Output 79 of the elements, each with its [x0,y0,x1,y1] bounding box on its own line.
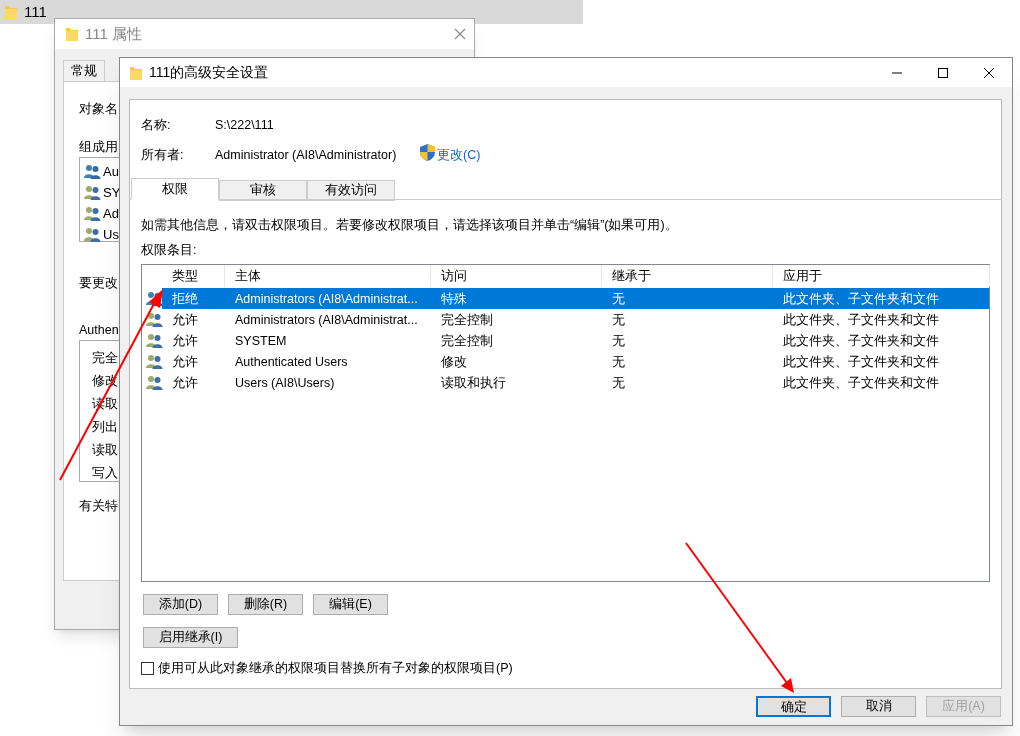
folder-icon [65,26,79,42]
field-label: 组成用 [79,139,118,156]
enable-inheritance-button[interactable]: 启用继承(I) [143,627,238,648]
checkbox[interactable] [141,661,154,675]
window-title: 111的高级安全设置 [149,63,269,82]
folder-icon [129,64,143,81]
field-label: 对象名 [79,101,118,118]
table-cell[interactable]: 允许 [172,311,198,330]
permission-name: 读取 [92,441,118,459]
list-label: 权限条目: [141,242,197,259]
table-cell[interactable]: Users (AI8\Users) [235,374,335,393]
table-cell[interactable]: 无 [612,311,625,330]
table-cell[interactable]: 特殊 [441,290,467,309]
column-header[interactable]: 类型 [162,265,225,287]
file-name: 111 [24,1,47,22]
checkbox-label[interactable]: 使用可从此对象继承的权限项目替换所有子对象的权限项目(P) [158,659,513,678]
table-cell[interactable]: 此文件夹、子文件夹和文件 [783,311,939,330]
table-cell[interactable]: 修改 [441,353,467,372]
permission-name: 完全 [92,349,118,367]
action-button[interactable]: 添加(D) [143,594,218,615]
table-cell[interactable]: Authenticated Users [235,353,348,372]
user-name[interactable]: Us [103,225,119,245]
field-label: 名称: [141,117,171,134]
table-cell[interactable]: 拒绝 [172,290,198,309]
hint-text: 有关特 [79,498,118,515]
dialog-button[interactable]: 确定 [756,696,831,717]
permission-name: 列出 [92,418,118,436]
permission-label: Authen [79,322,119,339]
users-icon [84,206,101,222]
table-cell[interactable]: 允许 [172,374,198,393]
dialog-button[interactable]: 取消 [841,696,916,717]
users-icon [146,312,163,327]
maximize-icon[interactable] [938,67,948,78]
column-header[interactable]: 访问 [431,265,602,287]
users-icon [84,227,101,243]
table-cell[interactable]: 无 [612,290,625,309]
field-label: 所有者: [141,147,184,164]
user-name[interactable]: Ad [103,204,119,224]
tab[interactable]: 有效访问 [307,180,395,201]
table-cell[interactable]: 完全控制 [441,311,493,330]
table-cell[interactable]: Administrators (AI8\Administrat... [235,290,418,309]
table-cell[interactable]: 此文件夹、子文件夹和文件 [783,374,939,393]
action-button[interactable]: 删除(R) [228,594,303,615]
folder-icon [4,4,18,20]
user-name[interactable]: Au [103,162,119,182]
users-icon [84,185,101,201]
column-header[interactable]: 主体 [225,265,431,287]
window-title: 111 属性 [85,23,142,44]
table-cell[interactable]: 完全控制 [441,332,493,351]
table-cell[interactable]: Administrators (AI8\Administrat... [235,311,418,330]
users-icon [146,354,163,369]
field-value: S:\222\111 [215,117,274,134]
column-header[interactable]: 继承于 [602,265,773,287]
field-value: Administrator (AI8\Administrator) [215,147,397,164]
table-cell[interactable]: 允许 [172,353,198,372]
tab[interactable]: 审核 [219,180,307,201]
users-icon [84,164,101,180]
users-icon [146,333,163,348]
table-cell[interactable]: 无 [612,332,625,351]
table-cell[interactable]: 无 [612,353,625,372]
table-cell[interactable]: 允许 [172,332,198,351]
users-icon [146,375,163,390]
column-header[interactable]: 应用于 [773,265,990,287]
close-icon[interactable] [984,67,994,78]
action-button[interactable]: 编辑(E) [313,594,388,615]
permission-name: 写入 [92,464,118,482]
tab[interactable]: 常规 [63,60,105,81]
info-text: 如需其他信息，请双击权限项目。若要修改权限项目，请选择该项目并单击“编辑”(如果可用)。 [141,217,678,234]
table-cell[interactable]: 读取和执行 [441,374,506,393]
table-cell[interactable]: 此文件夹、子文件夹和文件 [783,290,939,309]
tab[interactable]: 权限 [131,178,219,200]
table-cell[interactable]: 此文件夹、子文件夹和文件 [783,332,939,351]
hint-text: 要更改 [79,275,118,292]
table-cell[interactable]: 无 [612,374,625,393]
table-cell[interactable]: 此文件夹、子文件夹和文件 [783,353,939,372]
change-owner-link[interactable]: 更改(C) [437,146,481,165]
shield-icon [420,144,435,161]
user-name[interactable]: SY [103,183,121,203]
table-cell[interactable]: SYSTEM [235,332,287,351]
